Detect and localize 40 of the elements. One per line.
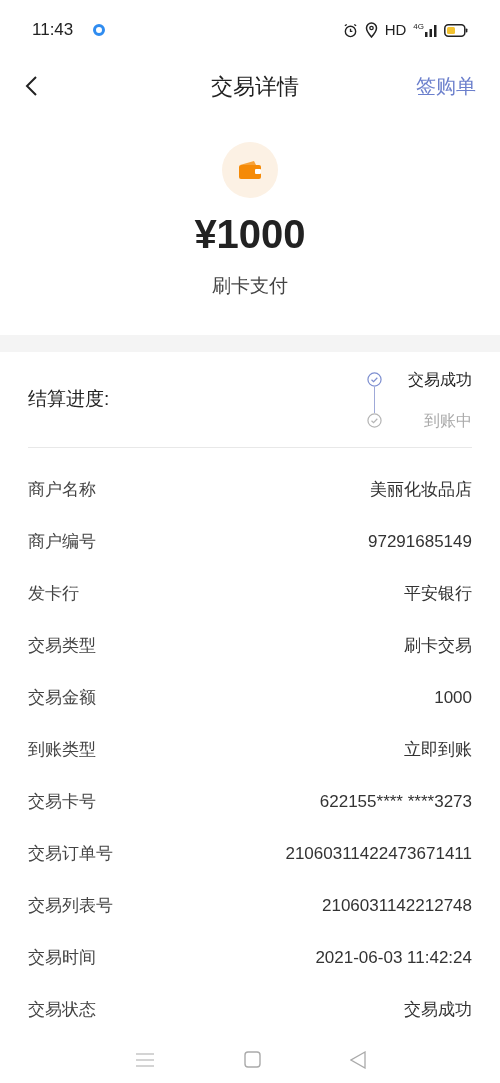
detail-label: 交易列表号 xyxy=(28,895,113,918)
detail-label: 交易时间 xyxy=(28,947,96,970)
detail-value: 1000 xyxy=(434,687,472,710)
payment-method: 刷卡支付 xyxy=(212,274,288,298)
battery-icon xyxy=(444,23,468,37)
page-title: 交易详情 xyxy=(211,72,299,101)
detail-value: 2021-06-03 11:42:24 xyxy=(315,947,472,970)
network-type: 4G xyxy=(413,23,424,31)
detail-label: 交易状态 xyxy=(28,999,96,1022)
status-time: 11:43 xyxy=(32,19,74,42)
detail-value: 21060311422473671411 xyxy=(285,843,472,866)
alarm-icon xyxy=(342,22,358,38)
progress-step: 交易成功 xyxy=(382,371,472,387)
progress-label: 结算进度: xyxy=(28,387,110,412)
detail-label: 发卡行 xyxy=(28,583,79,606)
detail-value: 刷卡交易 xyxy=(404,635,472,658)
detail-label: 到账类型 xyxy=(28,739,96,762)
back-icon[interactable] xyxy=(349,1050,366,1069)
detail-label: 商户编号 xyxy=(28,531,96,554)
detail-value: 2106031142212748 xyxy=(322,895,472,918)
home-icon[interactable] xyxy=(243,1051,261,1068)
detail-label: 交易金额 xyxy=(28,687,96,710)
detail-label: 交易卡号 xyxy=(28,791,96,814)
detail-label: 商户名称 xyxy=(28,479,96,502)
location-icon xyxy=(364,22,378,38)
amount: ¥1000 xyxy=(194,211,306,258)
signal-icon xyxy=(425,23,437,37)
progress-step: 到账中 xyxy=(382,412,472,428)
detail-label: 交易订单号 xyxy=(28,843,113,866)
detail-value: 97291685149 xyxy=(368,531,472,554)
wallet-icon xyxy=(222,142,278,198)
hd-indicator: HD xyxy=(384,19,407,40)
detail-label: 交易类型 xyxy=(28,635,96,658)
menu-icon[interactable] xyxy=(134,1051,155,1068)
detail-value: 美丽化妆品店 xyxy=(370,479,472,502)
detail-value: 交易成功 xyxy=(404,999,472,1022)
detail-value: 立即到账 xyxy=(404,739,472,762)
detail-value: 622155**** ****3273 xyxy=(319,791,472,814)
receipt-link[interactable]: 签购单 xyxy=(416,71,476,101)
detail-value: 平安银行 xyxy=(404,583,472,606)
